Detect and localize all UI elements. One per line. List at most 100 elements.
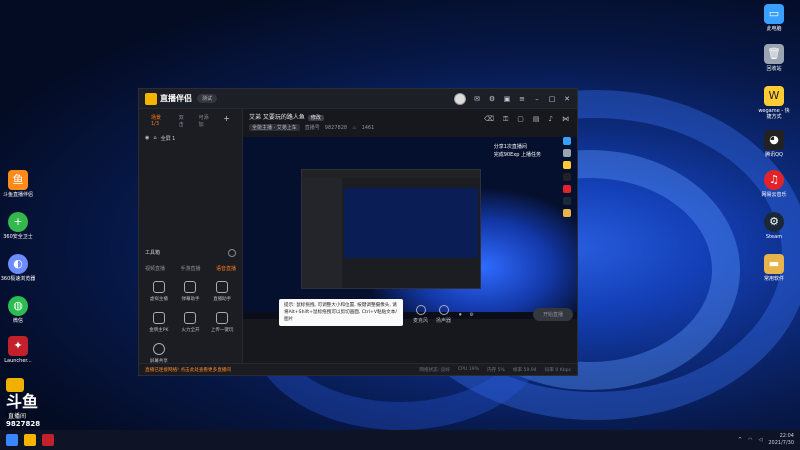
preview-icon xyxy=(563,137,571,145)
tab-video-live[interactable]: 视频直播 xyxy=(145,265,165,272)
avatar[interactable] xyxy=(454,92,466,105)
skin-icon[interactable]: ▣ xyxy=(503,95,511,103)
desktop-icon-wegame[interactable]: W wegame - 快捷方式 xyxy=(756,86,792,120)
speaker-control[interactable]: 扬声器 xyxy=(436,305,451,324)
folder-icon: ▬ xyxy=(764,254,784,274)
scene-panel: 场景1/3 双击 可添加 + ◉ ⌂ 全屏 1 工具箱 视频直播 手游直播 语音… xyxy=(139,109,243,364)
desktop-icon-netease-music[interactable]: ♫ 网易云音乐 xyxy=(756,170,792,198)
douyu-watermark: 斗鱼 直播间 9827828 xyxy=(6,378,60,428)
tool-pk[interactable]: 金牌主PK xyxy=(143,312,175,333)
scene-item[interactable]: ◉ ⌂ 全屏 1 xyxy=(139,133,242,144)
status-bar: 直播已连接网络! 点击此处查看更多直播间 网络状态: 良好 CPU 19% 内存… xyxy=(139,363,577,375)
microphone-control[interactable]: 麦克风 xyxy=(413,305,428,324)
lock-icon[interactable]: ⌂ xyxy=(153,135,156,142)
preview-icon xyxy=(563,149,571,157)
tab-add[interactable]: 可添加 xyxy=(199,114,214,128)
edit-title-button[interactable]: 修改 xyxy=(307,115,324,121)
chevron-up-icon[interactable]: ^ xyxy=(738,437,742,443)
desktop-icon-label: wegame - 快捷方式 xyxy=(758,108,790,120)
preview-icon xyxy=(563,173,571,181)
room-category[interactable]: 全能主播 · 艾弟上车 xyxy=(249,124,300,131)
wechat-icon: ◍ xyxy=(8,296,28,316)
douyu-taskbar-icon[interactable] xyxy=(24,434,36,446)
share-icon[interactable]: ⋈ xyxy=(562,115,569,124)
desktop-icon-label: 360安全卫士 xyxy=(3,234,33,240)
volume-icon[interactable]: ◁ xyxy=(759,437,763,443)
desktop-icon-label: 微信 xyxy=(12,318,23,324)
hint-tooltip: 提示: 鼠标拖拽, 可调整大小和位置, 按键调整摄像头, 请将Alt+Shift… xyxy=(279,299,403,326)
desktop-icon-this-pc[interactable]: ▭ 此电脑 xyxy=(756,4,792,32)
message-icon[interactable]: ✉ xyxy=(473,95,481,103)
desktop-icon-recycle-bin[interactable]: 🗑 回收站 xyxy=(756,44,792,72)
tab-scene[interactable]: 场景1/3 xyxy=(151,114,169,128)
douyu-logo-icon xyxy=(6,378,24,392)
desktop-icon-label: 360极速浏览器 xyxy=(0,276,36,282)
taskbar-apps xyxy=(6,434,54,446)
preview-desktop-icons xyxy=(563,137,573,217)
desktop-icon-steam[interactable]: ⚙ Steam xyxy=(756,212,792,240)
steam-icon: ⚙ xyxy=(764,212,784,232)
stream-preview[interactable]: 分享1次直播间 完成90Exp 上播任务 xyxy=(243,137,577,319)
clock[interactable]: 22:04 2021/7/30 xyxy=(768,433,794,447)
start-icon[interactable] xyxy=(6,434,18,446)
desktop-icon-360-browser[interactable]: ◐ 360极速浏览器 xyxy=(0,254,36,282)
preview-icon xyxy=(563,161,571,169)
minimize-icon[interactable]: – xyxy=(533,95,541,103)
settings-icon[interactable]: ⚙ xyxy=(488,95,496,103)
maximize-icon[interactable]: □ xyxy=(548,95,556,103)
bell-icon[interactable]: ♪ xyxy=(549,115,553,124)
desktop-icon-label: 回收站 xyxy=(766,66,782,72)
tool-danmu-helper[interactable]: 弹幕助手 xyxy=(175,281,207,302)
gift-icon[interactable]: ▤ xyxy=(533,115,540,124)
microphone-label: 麦克风 xyxy=(413,318,429,324)
qq-penguin-icon: ◕ xyxy=(764,130,784,150)
lock-icon[interactable]: ⚿ xyxy=(503,115,508,124)
launcher-taskbar-icon[interactable] xyxy=(42,434,54,446)
status-message[interactable]: 直播已连接网络! 点击此处查看更多直播间 xyxy=(145,367,231,373)
titlebar-controls: ✉ ⚙ ▣ ≡ – □ ✕ xyxy=(454,92,571,105)
eye-icon[interactable]: ◉ xyxy=(145,135,149,142)
main-area: 艾弟 又要玩的路人鱼 修改 全能主播 · 艾弟上车 直播号 9827828 ♨ 1… xyxy=(243,109,577,363)
start-live-button[interactable]: 开始直播 xyxy=(532,308,573,321)
screen-icon[interactable]: ▢ xyxy=(517,115,524,124)
tool-virtual-anchor[interactable]: 虚拟主播 xyxy=(143,281,175,302)
tool-grid: 虚拟主播 弹幕助手 直播助手 金牌主PK 火力全开 上传一键玩 屏幕共享 xyxy=(143,281,238,364)
desktop-icon-common-software[interactable]: ▬ 常用软件 xyxy=(756,254,792,282)
add-scene-icon[interactable]: + xyxy=(223,114,230,128)
tool-screen-share[interactable]: 屏幕共享 xyxy=(143,343,175,364)
network-icon[interactable]: ◠ xyxy=(748,437,752,443)
record-icon[interactable]: ⏺ xyxy=(459,312,462,318)
bitrate-status: 码率 0 Kbps xyxy=(544,367,571,373)
trash-icon[interactable]: ⌫ xyxy=(484,115,494,124)
desktop-icon-launcher[interactable]: ✦ Launcher... xyxy=(0,336,36,364)
desktop-icon-360-safe[interactable]: + 360安全卫士 xyxy=(0,212,36,240)
preview-icon xyxy=(563,185,571,193)
version-badge[interactable]: 测试 xyxy=(197,94,218,103)
menu-icon[interactable]: ≡ xyxy=(518,95,526,103)
tool-firepower[interactable]: 火力全开 xyxy=(175,312,207,333)
desktop-icon-label: Steam xyxy=(765,234,783,240)
desktop-icon-wechat[interactable]: ◍ 微信 xyxy=(0,296,36,324)
clock-date: 2021/7/30 xyxy=(768,440,794,446)
desktop-icon-qq[interactable]: ◕ 腾讯QQ xyxy=(756,130,792,158)
app-logo: 直播伴侣 xyxy=(145,92,192,105)
settings-icon[interactable]: ⚙ xyxy=(470,312,474,318)
danmu-icon xyxy=(184,281,197,293)
tab-voice-live[interactable]: 语音直播 xyxy=(216,265,236,272)
helper-icon xyxy=(216,281,229,293)
tab-double-click[interactable]: 双击 xyxy=(179,114,189,128)
nested-titlebar xyxy=(302,170,480,178)
close-icon[interactable]: ✕ xyxy=(563,95,571,103)
tool-label: 弹幕助手 xyxy=(181,297,200,302)
tool-upload[interactable]: 上传一键玩 xyxy=(206,312,238,333)
toolbox-toggle-icon[interactable] xyxy=(228,249,236,257)
tab-mobile-live[interactable]: 手游直播 xyxy=(180,265,200,272)
desktop-icon-douyu-companion[interactable]: 鱼 斗鱼直播伴侣 xyxy=(0,170,36,198)
douyu-icon: 鱼 xyxy=(8,170,28,190)
toolbox-tabs: 视频直播 手游直播 语音直播 xyxy=(145,265,236,272)
preview-icon xyxy=(563,209,571,217)
launcher-icon: ✦ xyxy=(8,336,28,356)
desktop-icon-label: 腾讯QQ xyxy=(765,152,783,158)
app-titlebar: 直播伴侣 测试 ✉ ⚙ ▣ ≡ – □ ✕ xyxy=(139,89,577,109)
tool-live-helper[interactable]: 直播助手 xyxy=(206,281,238,302)
